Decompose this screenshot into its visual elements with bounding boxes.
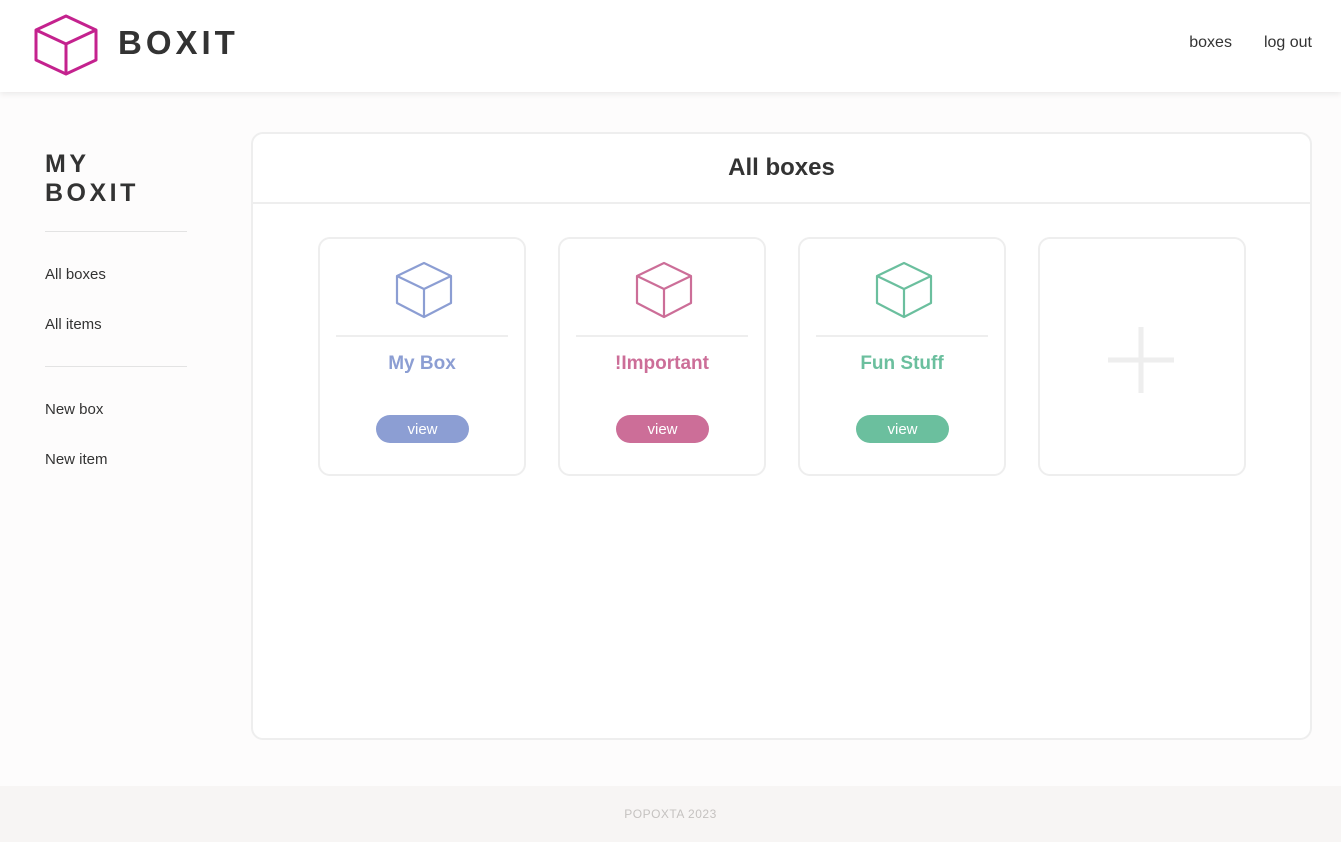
plus-icon	[1108, 327, 1174, 393]
sidebar-item-new-box[interactable]: New box	[45, 401, 103, 418]
card-divider	[816, 335, 988, 337]
box-icon	[395, 261, 453, 319]
footer-text: POPOXTA 2023	[624, 807, 717, 821]
box-name: My Box	[388, 353, 456, 374]
top-header: BOXIT boxes log out	[0, 0, 1341, 92]
app-name[interactable]: BOXIT	[118, 24, 239, 62]
footer: POPOXTA 2023	[0, 786, 1341, 842]
nav-logout-link[interactable]: log out	[1264, 34, 1312, 52]
box-card-my-box: My Box view	[318, 237, 526, 476]
box-name: Fun Stuff	[860, 353, 944, 374]
nav-boxes-link[interactable]: boxes	[1189, 34, 1232, 52]
card-divider	[576, 335, 748, 337]
card-divider	[336, 335, 508, 337]
view-box-button[interactable]: view	[376, 415, 469, 443]
sidebar-title: MY BOXIT	[45, 150, 139, 207]
sidebar-item-all-boxes[interactable]: All boxes	[45, 266, 106, 283]
sidebar-divider	[45, 231, 187, 232]
box-logo-icon[interactable]	[33, 13, 99, 77]
sidebar-item-new-item[interactable]: New item	[45, 451, 108, 468]
box-icon	[635, 261, 693, 319]
sidebar-item-all-items[interactable]: All items	[45, 316, 102, 333]
view-box-button[interactable]: view	[856, 415, 949, 443]
boxes-panel: All boxes My Box view !Important view Fu…	[251, 132, 1312, 740]
sidebar-divider	[45, 366, 187, 367]
top-nav: boxes log out	[1189, 34, 1312, 52]
box-card-fun-stuff: Fun Stuff view	[798, 237, 1006, 476]
box-name: !Important	[615, 353, 709, 374]
view-box-button[interactable]: view	[616, 415, 709, 443]
box-card-important: !Important view	[558, 237, 766, 476]
sidebar: MY BOXIT All boxes All items New box New…	[45, 150, 187, 468]
panel-header: All boxes	[253, 134, 1310, 204]
page-title: All boxes	[728, 154, 835, 181]
add-box-card[interactable]	[1038, 237, 1246, 476]
box-icon	[875, 261, 933, 319]
